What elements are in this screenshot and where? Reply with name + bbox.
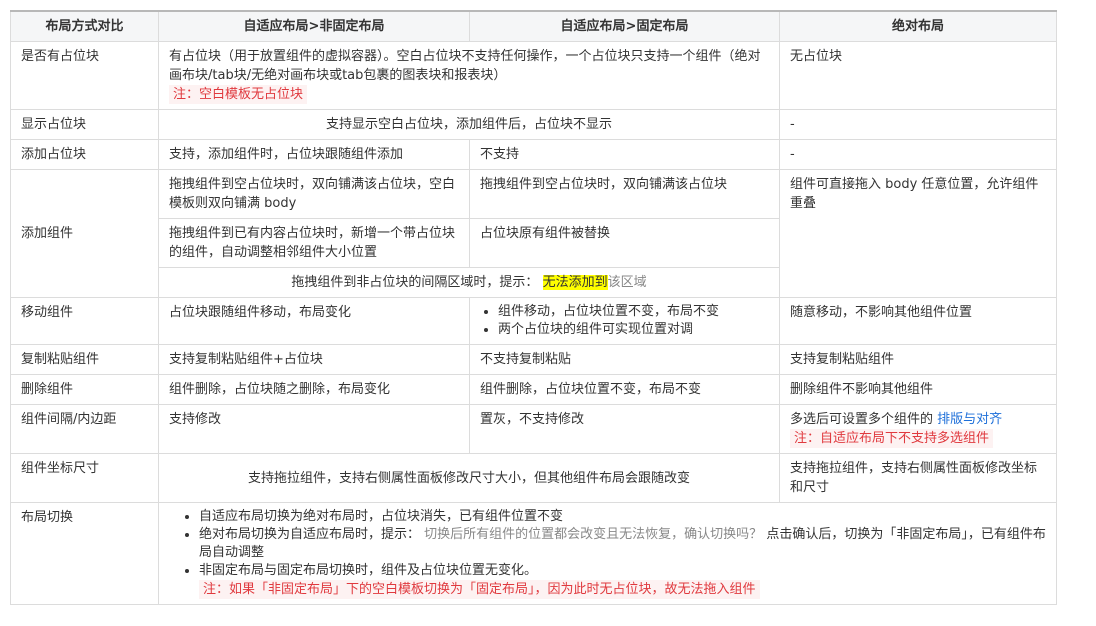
row-add-component-1: 添加组件 拖拽组件到空占位块时，双向铺满该占位块，空白模板则双向铺满 body … xyxy=(10,169,1057,298)
cell-absolute: 支持复制粘贴组件 xyxy=(779,344,1057,375)
row-label: 是否有占位块 xyxy=(10,41,159,110)
row-label: 添加组件 xyxy=(10,169,159,298)
cell-fixed: 拖拽组件到空占位块时，双向铺满该占位块 xyxy=(469,169,780,219)
list-item: 组件移动，占位块位置不变，布局不变 xyxy=(498,303,769,321)
cell-fixed: 置灰，不支持修改 xyxy=(469,404,780,454)
cell-fixed: 组件移动，占位块位置不变，布局不变 两个占位块的组件可实现位置对调 xyxy=(469,297,780,345)
row-label: 布局切换 xyxy=(10,502,159,605)
layout-align-link[interactable]: 排版与对齐 xyxy=(937,412,1002,427)
cell-text: 多选后可设置多个组件的 xyxy=(790,412,934,427)
row-placeholder-exists: 是否有占位块 有占位块（用于放置组件的虚拟容器）。空白占位块不支持任何操作，一个… xyxy=(10,41,1057,110)
header-adaptive-nonfixed: 自适应布局>非固定布局 xyxy=(158,10,470,42)
row-add-placeholder: 添加占位块 支持，添加组件时，占位块跟随组件添加 不支持 - xyxy=(10,139,1057,170)
prompt-text: 切换后所有组件的位置都会改变且无法恢复，确认切换吗？ xyxy=(424,527,763,542)
cell-adaptive: 拖拽组件到非占位块的间隔区域时，提示： 无法添加到该区域 xyxy=(158,267,780,298)
cell-text-suffix: 该区域 xyxy=(607,275,647,290)
row-label: 组件间隔/内边距 xyxy=(10,404,159,454)
cell-absolute: 删除组件不影响其他组件 xyxy=(779,374,1057,405)
cell-adaptive: 支持拖拉组件，支持右侧属性面板修改尺寸大小，但其他组件布局会跟随改变 xyxy=(158,453,780,503)
cell-absolute: 无占位块 xyxy=(779,41,1057,110)
cell-absolute: 组件可直接拖入 body 任意位置，允许组件重叠 xyxy=(779,169,1057,298)
layout-comparison-table-wrapper: 布局方式对比 自适应布局>非固定布局 自适应布局>固定布局 绝对布局 是否有占位… xyxy=(10,10,1057,605)
cell-nonfixed: 支持修改 xyxy=(158,404,470,454)
row-spacing: 组件间隔/内边距 支持修改 置灰，不支持修改 多选后可设置多个组件的 排版与对齐… xyxy=(10,404,1057,454)
cell-absolute: - xyxy=(779,109,1057,140)
row-label: 复制粘贴组件 xyxy=(10,344,159,375)
cell-nonfixed: 支持，添加组件时，占位块跟随组件添加 xyxy=(158,139,470,170)
layout-comparison-table: 布局方式对比 自适应布局>非固定布局 自适应布局>固定布局 绝对布局 是否有占位… xyxy=(10,10,1057,605)
cell-nonfixed: 拖拽组件到空占位块时，双向铺满该占位块，空白模板则双向铺满 body xyxy=(158,169,470,219)
cell-nonfixed: 占位块跟随组件移动，布局变化 xyxy=(158,297,470,345)
list-item: 两个占位块的组件可实现位置对调 xyxy=(498,321,769,339)
bullet-list: 自适应布局切换为绝对布局时，占位块消失，已有组件位置不变 绝对布局切换为自适应布… xyxy=(181,508,1046,580)
cell-switch-layout: 自适应布局切换为绝对布局时，占位块消失，已有组件位置不变 绝对布局切换为自适应布… xyxy=(158,502,1057,605)
header-absolute: 绝对布局 xyxy=(779,10,1057,42)
cell-nonfixed: 拖拽组件到已有内容占位块时，新增一个带占位块的组件，自动调整相邻组件大小位置 xyxy=(158,218,470,268)
cell-fixed: 组件删除，占位块位置不变，布局不变 xyxy=(469,374,780,405)
list-item-text: 绝对布局切换为自适应布局时，提示： xyxy=(199,527,421,542)
row-label: 移动组件 xyxy=(10,297,159,345)
cell-absolute: 多选后可设置多个组件的 排版与对齐 注：自适应布局下不支持多选组件 xyxy=(779,404,1057,454)
list-item: 绝对布局切换为自适应布局时，提示： 切换后所有组件的位置都会改变且无法恢复，确认… xyxy=(199,526,1046,562)
list-item: 非固定布局与固定布局切换时，组件及占位块位置无变化。 xyxy=(199,562,1046,580)
row-copy-paste: 复制粘贴组件 支持复制粘贴组件+占位块 不支持复制粘贴 支持复制粘贴组件 xyxy=(10,344,1057,375)
note-badge: 注：如果「非固定布局」下的空白模板切换为「固定布局」，因为此时无占位块，故无法拖… xyxy=(199,580,760,599)
header-row: 布局方式对比 自适应布局>非固定布局 自适应布局>固定布局 绝对布局 xyxy=(10,10,1057,42)
row-coords-size: 组件坐标尺寸 支持拖拉组件，支持右侧属性面板修改尺寸大小，但其他组件布局会跟随改… xyxy=(10,453,1057,503)
list-item: 自适应布局切换为绝对布局时，占位块消失，已有组件位置不变 xyxy=(199,508,1046,526)
cell-fixed: 不支持复制粘贴 xyxy=(469,344,780,375)
cell-nonfixed: 支持复制粘贴组件+占位块 xyxy=(158,344,470,375)
header-compare: 布局方式对比 xyxy=(10,10,159,42)
header-adaptive-fixed: 自适应布局>固定布局 xyxy=(469,10,780,42)
cell-absolute: - xyxy=(779,139,1057,170)
row-switch-layout: 布局切换 自适应布局切换为绝对布局时，占位块消失，已有组件位置不变 绝对布局切换… xyxy=(10,502,1057,605)
note-badge: 注：空白模板无占位块 xyxy=(169,85,308,104)
row-label: 组件坐标尺寸 xyxy=(10,453,159,503)
cell-fixed: 占位块原有组件被替换 xyxy=(469,218,780,268)
cell-text: 有占位块（用于放置组件的虚拟容器）。空白占位块不支持任何操作，一个占位块只支持一… xyxy=(169,49,761,83)
row-delete-component: 删除组件 组件删除，占位块随之删除，布局变化 组件删除，占位块位置不变，布局不变… xyxy=(10,374,1057,405)
row-move-component: 移动组件 占位块跟随组件移动，布局变化 组件移动，占位块位置不变，布局不变 两个… xyxy=(10,297,1057,345)
cell-absolute: 随意移动，不影响其他组件位置 xyxy=(779,297,1057,345)
bullet-list: 组件移动，占位块位置不变，布局不变 两个占位块的组件可实现位置对调 xyxy=(480,303,769,339)
cell-nonfixed: 组件删除，占位块随之删除，布局变化 xyxy=(158,374,470,405)
cell-adaptive: 有占位块（用于放置组件的虚拟容器）。空白占位块不支持任何操作，一个占位块只支持一… xyxy=(158,41,780,110)
highlight-text: 无法添加到 xyxy=(542,275,608,290)
cell-text: 拖拽组件到非占位块的间隔区域时，提示： xyxy=(291,275,539,290)
row-label: 删除组件 xyxy=(10,374,159,405)
cell-fixed: 不支持 xyxy=(469,139,780,170)
cell-adaptive: 支持显示空白占位块，添加组件后，占位块不显示 xyxy=(158,109,780,140)
note-badge: 注：自适应布局下不支持多选组件 xyxy=(790,429,994,448)
row-show-placeholder: 显示占位块 支持显示空白占位块，添加组件后，占位块不显示 - xyxy=(10,109,1057,140)
row-label: 添加占位块 xyxy=(10,139,159,170)
row-label: 显示占位块 xyxy=(10,109,159,140)
cell-absolute: 支持拖拉组件，支持右侧属性面板修改坐标和尺寸 xyxy=(779,453,1057,503)
